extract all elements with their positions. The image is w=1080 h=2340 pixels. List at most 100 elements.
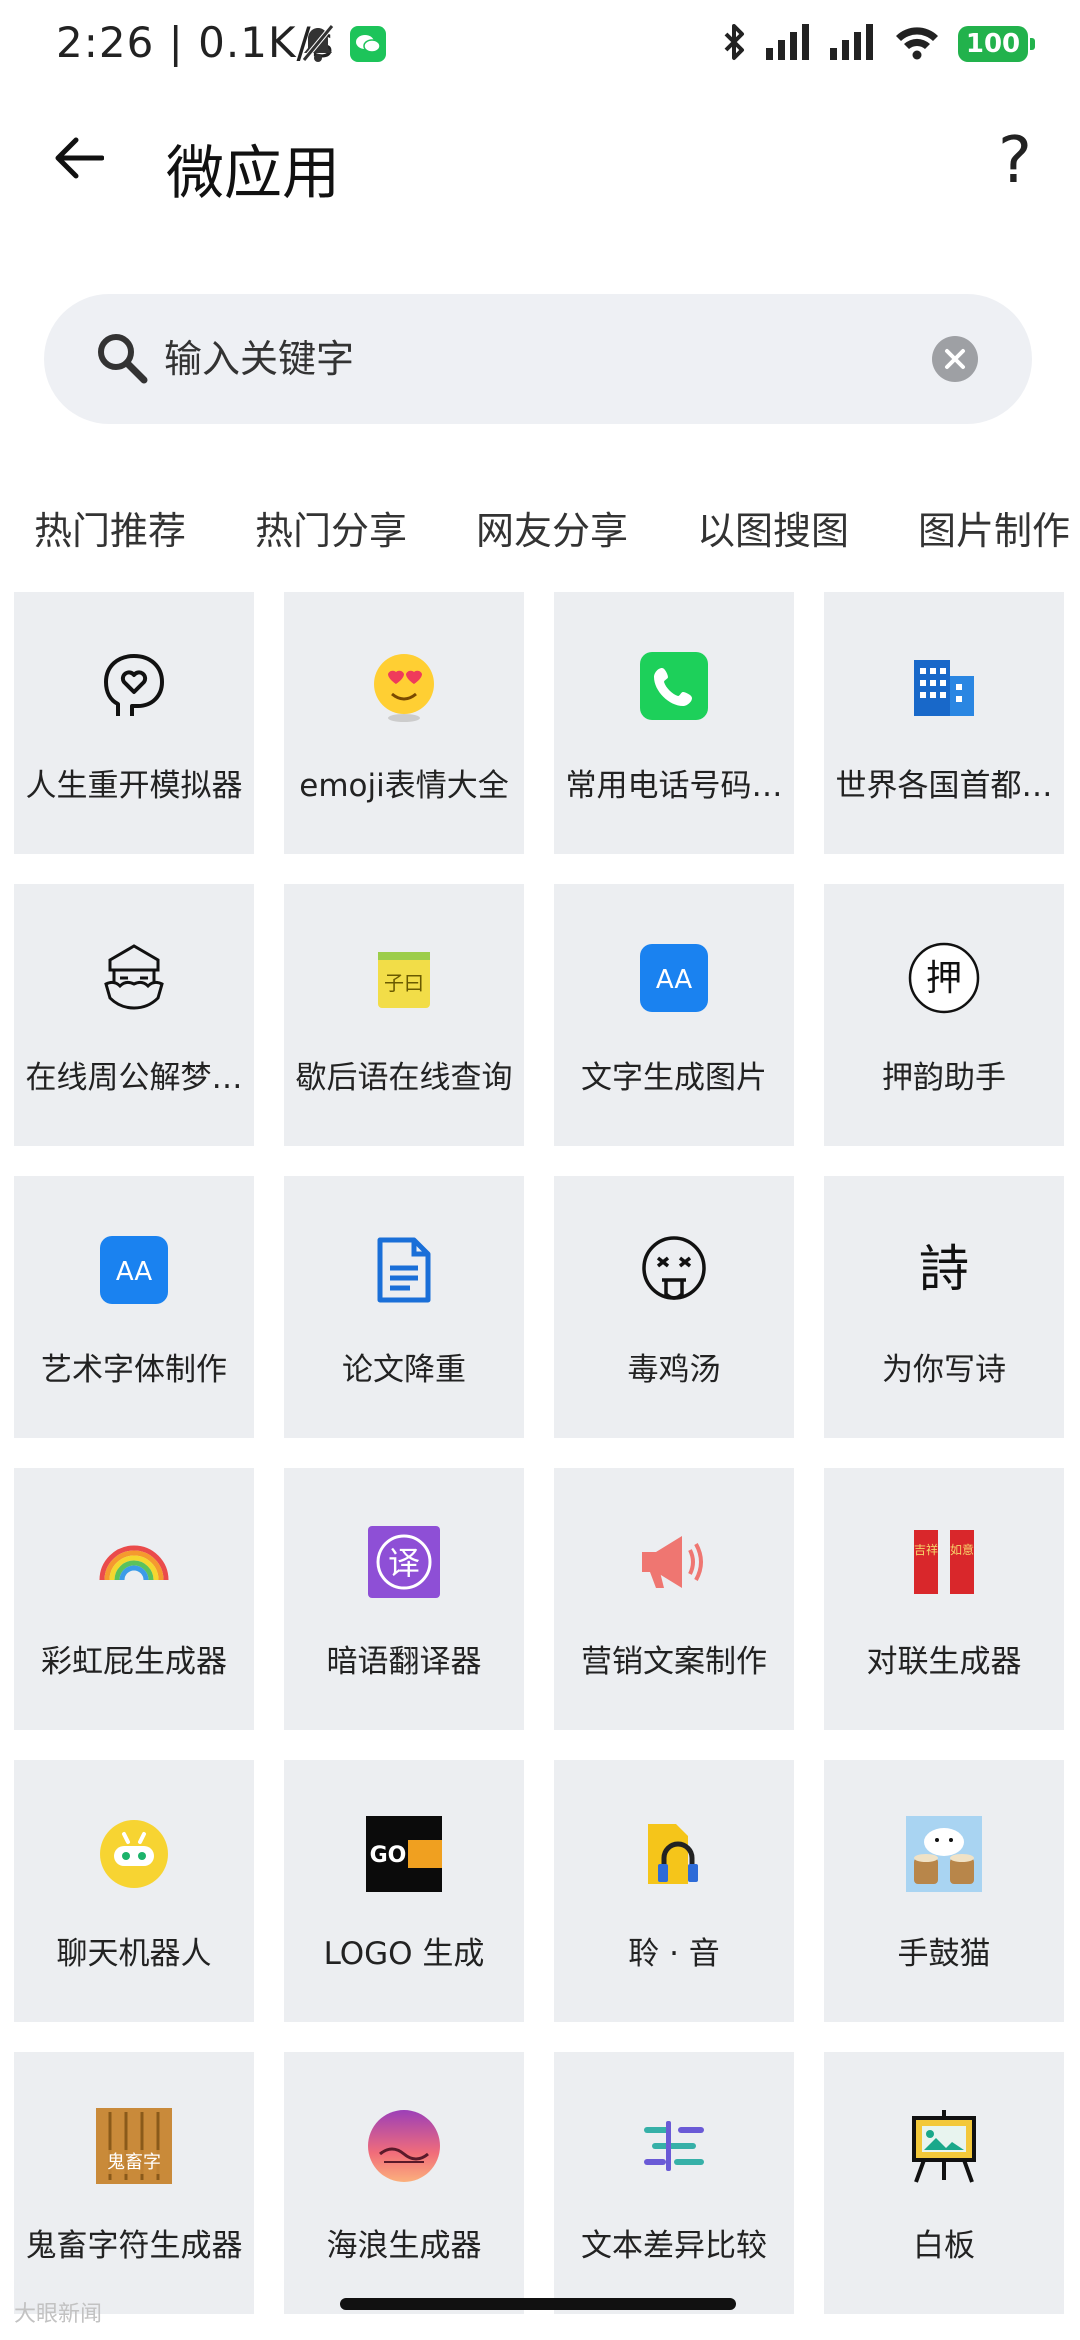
dizzy-face-icon <box>636 1232 712 1308</box>
robot-icon <box>96 1816 172 1892</box>
app-card[interactable]: 营销文案制作 <box>554 1468 794 1730</box>
app-card[interactable]: 詩 为你写诗 <box>824 1176 1064 1438</box>
bluetooth-icon <box>722 22 748 66</box>
app-card[interactable]: AA 文字生成图片 <box>554 884 794 1146</box>
app-label: 文本差异比较 <box>581 2228 767 2264</box>
bongo-cat-icon <box>906 1816 982 1892</box>
app-label: 暗语翻译器 <box>326 1644 482 1680</box>
building-icon <box>906 648 982 724</box>
status-bar: 2:26 | 0.1K/s 100 <box>0 0 1080 96</box>
search-icon <box>98 334 148 384</box>
app-label: LOGO 生成 <box>323 1936 485 1972</box>
app-card[interactable]: 文本差异比较 <box>554 2052 794 2314</box>
app-label: 海浪生成器 <box>326 2228 482 2264</box>
megaphone-icon <box>636 1524 712 1600</box>
signal-icon <box>830 24 876 64</box>
note-icon: 子曰 <box>366 940 442 1016</box>
app-label: 押韵助手 <box>882 1060 1006 1096</box>
app-label: 歇后语在线查询 <box>295 1060 513 1096</box>
app-label: 常用电话号码… <box>565 768 783 804</box>
app-card[interactable]: 白板 <box>824 2052 1064 2314</box>
app-card[interactable]: 毒鸡汤 <box>554 1176 794 1438</box>
couplet-left-text: 吉祥 <box>914 1543 938 1557</box>
app-card[interactable]: AA 艺术字体制作 <box>14 1176 254 1438</box>
arrow-left-icon <box>55 137 104 179</box>
search-bar[interactable] <box>44 294 1032 424</box>
old-man-icon <box>96 940 172 1016</box>
app-card[interactable]: 子曰 歇后语在线查询 <box>284 884 524 1146</box>
battery-level: 100 <box>965 29 1021 59</box>
watermark: 大眼新闻 <box>14 2302 103 2327</box>
app-label: 为你写诗 <box>882 1352 1006 1388</box>
app-card[interactable]: 在线周公解梦… <box>14 884 254 1146</box>
help-button[interactable]: ? <box>998 124 1032 198</box>
couplet-icon: 吉祥 如意 <box>906 1524 982 1600</box>
bell-mute-icon <box>300 24 336 68</box>
whiteboard-icon <box>906 2108 982 2184</box>
app-card[interactable]: 世界各国首都… <box>824 592 1064 854</box>
wechat-icon <box>350 26 386 66</box>
search-input[interactable] <box>164 324 944 394</box>
note-icon-text: 子曰 <box>384 971 424 995</box>
wifi-icon <box>894 24 940 64</box>
tab-image-search[interactable]: 以图搜图 <box>697 500 849 555</box>
app-card[interactable]: 吉祥 如意 对联生成器 <box>824 1468 1064 1730</box>
app-label: 人生重开模拟器 <box>25 768 243 804</box>
app-card[interactable]: 押 押韵助手 <box>824 884 1064 1146</box>
clear-search-button[interactable] <box>932 336 978 382</box>
app-label: 毒鸡汤 <box>627 1352 721 1388</box>
app-label: 文字生成图片 <box>581 1060 767 1096</box>
gui-char-icon: 鬼畜字 <box>96 2108 172 2184</box>
tab-netizen-share[interactable]: 网友分享 <box>476 500 628 555</box>
app-label: 手鼓猫 <box>897 1936 991 1972</box>
app-label: 世界各国首都… <box>835 768 1053 804</box>
wave-icon <box>366 2108 442 2184</box>
app-card[interactable]: 聆 · 音 <box>554 1760 794 2022</box>
app-label: 彩虹屁生成器 <box>41 1644 227 1680</box>
logo-go-text: GO <box>370 1843 407 1868</box>
app-label: 营销文案制作 <box>581 1644 767 1680</box>
aa-text: AA <box>116 1257 153 1287</box>
app-card[interactable]: 聊天机器人 <box>14 1760 254 2022</box>
app-card[interactable]: 常用电话号码… <box>554 592 794 854</box>
head-heart-icon <box>96 648 172 724</box>
category-tabs: 热门推荐 热门分享 网友分享 以图搜图 图片制作 <box>0 490 1080 560</box>
app-card[interactable]: 译 暗语翻译器 <box>284 1468 524 1730</box>
app-label: 艺术字体制作 <box>41 1352 227 1388</box>
back-button[interactable] <box>48 128 108 188</box>
phone-icon <box>636 648 712 724</box>
app-card[interactable]: 手鼓猫 <box>824 1760 1064 2022</box>
app-label: emoji表情大全 <box>299 768 509 804</box>
status-time: 2:26 | 0.1K/s <box>56 18 335 67</box>
rainbow-icon <box>96 1524 172 1600</box>
battery-icon: 100 <box>958 26 1035 62</box>
app-label: 鬼畜字符生成器 <box>25 2228 243 2264</box>
app-label: 白板 <box>913 2228 975 2264</box>
app-card[interactable]: 海浪生成器 <box>284 2052 524 2314</box>
text-aa-icon: AA <box>96 1232 172 1308</box>
home-indicator[interactable] <box>340 2298 736 2310</box>
emoji-face-icon <box>366 648 442 724</box>
app-label: 在线周公解梦… <box>25 1060 243 1096</box>
app-card[interactable]: emoji表情大全 <box>284 592 524 854</box>
app-header: 微应用 ? <box>0 110 1080 220</box>
poem-char-text: 詩 <box>919 1240 969 1298</box>
tab-image-making[interactable]: 图片制作 <box>918 500 1070 555</box>
status-system-icons: 100 <box>722 22 1035 66</box>
app-card[interactable]: 鬼畜字 鬼畜字符生成器 <box>14 2052 254 2314</box>
app-card[interactable]: 论文降重 <box>284 1176 524 1438</box>
headphone-file-icon <box>636 1816 712 1892</box>
app-card[interactable]: 人生重开模拟器 <box>14 592 254 854</box>
app-label: 对联生成器 <box>866 1644 1022 1680</box>
app-card[interactable]: 彩虹屁生成器 <box>14 1468 254 1730</box>
page-title: 微应用 <box>166 139 341 207</box>
tab-hot-recommend[interactable]: 热门推荐 <box>34 500 186 555</box>
close-icon <box>945 349 965 369</box>
app-card[interactable]: GO LOGO 生成 <box>284 1760 524 2022</box>
diff-icon <box>636 2108 712 2184</box>
tab-hot-share[interactable]: 热门分享 <box>255 500 407 555</box>
couplet-right-text: 如意 <box>950 1542 974 1557</box>
ya-char-text: 押 <box>926 958 962 999</box>
app-label: 论文降重 <box>342 1352 466 1388</box>
status-notification-icons <box>300 24 386 68</box>
